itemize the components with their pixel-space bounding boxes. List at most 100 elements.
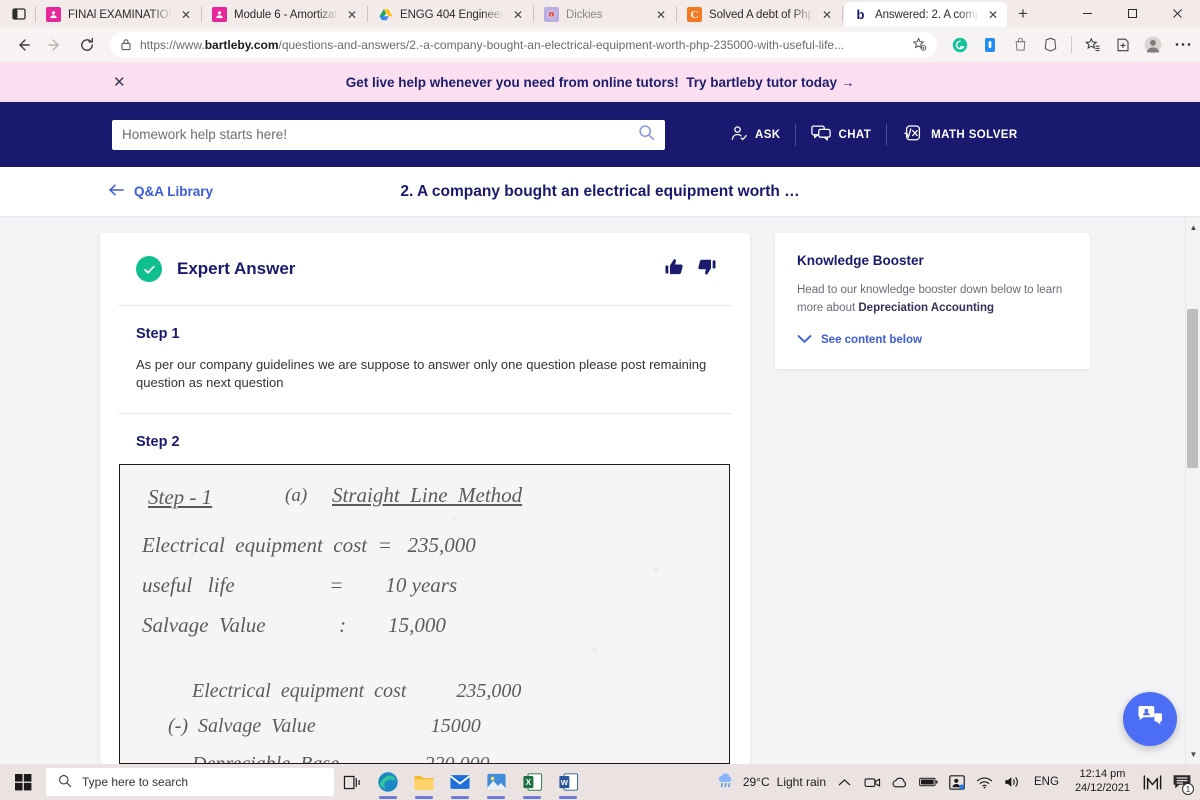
forward-button[interactable]: [40, 31, 70, 59]
handwriting-line: (a): [285, 485, 308, 507]
brave-icon[interactable]: [1041, 36, 1059, 54]
battery-icon[interactable]: [919, 773, 938, 792]
rain-cloud-icon: [716, 772, 736, 792]
scroll-up-arrow[interactable]: ▲: [1186, 219, 1200, 235]
notifications-icon[interactable]: 1: [1171, 771, 1194, 795]
site-header: ASK CHAT MATH SOLVER: [0, 102, 1200, 167]
new-tab-button[interactable]: +: [1010, 1, 1036, 27]
taskbar-app-mail[interactable]: [442, 764, 478, 800]
tray-language[interactable]: ENG: [1031, 776, 1062, 788]
windows-taskbar: Type here to search X W 29°C Light rain: [0, 764, 1200, 800]
meet-now-icon[interactable]: [863, 773, 882, 792]
reload-button[interactable]: [72, 31, 102, 59]
browser-tab-4[interactable]: 1 Dickies ✕: [535, 2, 675, 27]
favorite-star-icon[interactable]: [912, 37, 927, 52]
math-solver-icon: [902, 124, 924, 145]
tab-close-icon[interactable]: ✕: [654, 8, 668, 22]
promo-cta-link[interactable]: Try bartleby tutor today: [686, 75, 837, 90]
collections-star-icon[interactable]: [1084, 36, 1102, 54]
tab-divider: [35, 5, 36, 22]
kb-topic-link[interactable]: Depreciation Accounting: [858, 302, 994, 314]
tab-divider: [201, 5, 202, 22]
promo-arrow-icon: →: [840, 74, 855, 90]
search-icon[interactable]: [638, 124, 655, 146]
back-button[interactable]: [8, 31, 38, 59]
search-input[interactable]: [122, 127, 638, 142]
tab-strip: FINAl EXAMINATION ✕ Module 6 - Amortizat…: [0, 0, 1200, 27]
page-scrollbar[interactable]: ▲ ▼: [1185, 217, 1200, 764]
browser-tab-3[interactable]: ENGG 404 Engineering E ✕: [369, 2, 532, 27]
knowledge-booster-body: Head to our knowledge booster down below…: [797, 282, 1068, 318]
promo-close-icon[interactable]: ✕: [113, 73, 126, 91]
nav-ask[interactable]: ASK: [715, 124, 795, 145]
wifi-icon[interactable]: [975, 773, 994, 792]
taskbar-app-file-explorer[interactable]: [406, 764, 442, 800]
taskbar-app-excel[interactable]: X: [514, 764, 550, 800]
arrow-left-icon: [108, 183, 125, 200]
nav-math-solver[interactable]: MATH SOLVER: [887, 124, 1032, 145]
thumbs-up-icon[interactable]: [665, 257, 686, 282]
handwriting-line: Step - 1: [148, 485, 213, 510]
grammarly-icon[interactable]: [951, 36, 969, 54]
settings-more-icon[interactable]: [1174, 36, 1192, 54]
handwriting-line: Depreciable Base ——→ 220,000: [192, 753, 490, 763]
handwriting-wrapper: Step - 1 (a) Straight Line Method Electrica…: [118, 450, 732, 764]
browser-tab-2[interactable]: Module 6 - Amortization ✕: [203, 2, 366, 27]
chevron-up-icon[interactable]: [835, 773, 854, 792]
nav-ask-label: ASK: [755, 128, 781, 141]
taskbar-app-word[interactable]: W: [550, 764, 586, 800]
promo-banner: ✕ Get live help whenever you need from o…: [0, 62, 1200, 102]
add-page-icon[interactable]: [1114, 36, 1132, 54]
profile-icon[interactable]: [1144, 36, 1162, 54]
tray-weather[interactable]: 29°C Light rain: [716, 772, 826, 792]
shopping-bag-icon[interactable]: [1011, 36, 1029, 54]
tab-close-icon[interactable]: ✕: [986, 8, 1000, 22]
address-bar[interactable]: https://www.bartleby.com/questions-and-a…: [110, 31, 937, 58]
knowledge-booster-title: Knowledge Booster: [797, 253, 924, 268]
taskbar-search[interactable]: Type here to search: [46, 768, 334, 796]
address-bar-url: https://www.bartleby.com/questions-and-a…: [140, 37, 845, 52]
extension-icon[interactable]: [981, 36, 999, 54]
thumbs-down-icon[interactable]: [695, 257, 716, 282]
header-nav: ASK CHAT MATH SOLVER: [715, 123, 1033, 146]
taskbar-app-photos[interactable]: [478, 764, 514, 800]
mi-icon[interactable]: [1143, 773, 1162, 792]
tab-close-icon[interactable]: ✕: [179, 8, 193, 22]
navigation-bar: https://www.bartleby.com/questions-and-a…: [0, 27, 1200, 62]
task-view-icon[interactable]: [334, 764, 370, 800]
tab-close-icon[interactable]: ✕: [820, 8, 834, 22]
tab-divider: [533, 5, 534, 22]
chegg-icon: C: [687, 7, 702, 22]
site-search[interactable]: [112, 119, 665, 150]
qa-library-link[interactable]: Q&A Library: [108, 183, 213, 200]
browser-tab-1[interactable]: FINAl EXAMINATION ✕: [37, 2, 200, 27]
people-icon[interactable]: [947, 773, 966, 792]
taskbar-app-edge[interactable]: [370, 764, 406, 800]
volume-icon[interactable]: [1003, 773, 1022, 792]
browser-tab-6[interactable]: b Answered: 2. A company ✕: [844, 2, 1007, 27]
step-1-text: As per our company guidelines we are sup…: [136, 357, 707, 390]
scroll-down-arrow[interactable]: ▼: [1186, 746, 1200, 762]
tab-title: Module 6 - Amortization: [234, 8, 338, 21]
tab-actions-icon[interactable]: [4, 0, 34, 27]
tray-time: 12:14 pm: [1079, 768, 1126, 781]
chat-support-button[interactable]: [1123, 692, 1177, 746]
browser-tab-5[interactable]: C Solved A debt of Php 15 ✕: [678, 2, 841, 27]
tray-temperature: 29°C: [742, 775, 770, 789]
maximize-button[interactable]: [1110, 0, 1155, 27]
see-content-below-link[interactable]: See content below: [797, 334, 1068, 347]
vote-controls: [665, 257, 716, 282]
scrollbar-thumb[interactable]: [1187, 309, 1198, 468]
tab-close-icon[interactable]: ✕: [511, 8, 525, 22]
close-button[interactable]: [1155, 0, 1200, 27]
tray-clock[interactable]: 12:14 pm 24/12/2021: [1071, 768, 1134, 796]
windows-start-icon[interactable]: [0, 764, 46, 800]
web-page: ✕ Get live help whenever you need from o…: [0, 62, 1200, 764]
nav-chat[interactable]: CHAT: [796, 124, 886, 145]
chat-bubbles-icon: [811, 124, 832, 145]
minimize-button[interactable]: [1065, 0, 1110, 27]
onedrive-icon[interactable]: [891, 773, 910, 792]
tab-close-icon[interactable]: ✕: [345, 8, 359, 22]
browser-window: FINAl EXAMINATION ✕ Module 6 - Amortizat…: [0, 0, 1200, 764]
expert-answer-card: Expert Answer Step 1 As per our company …: [100, 233, 750, 764]
